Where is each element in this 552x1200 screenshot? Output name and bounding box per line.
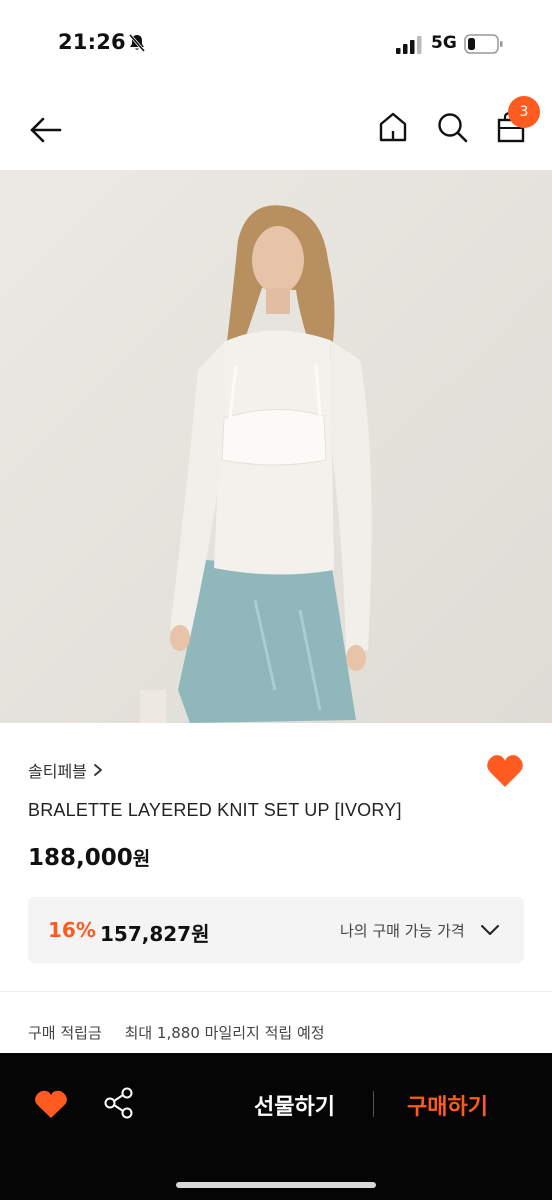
heart-icon[interactable] [486,753,524,789]
section-divider [0,991,552,992]
product-photo [0,170,552,723]
price-unit: 원 [132,848,151,870]
status-time: 21:26 [58,30,126,54]
discount-rate: 16% [48,918,96,942]
brand-name: 솔티페블 [28,762,87,781]
bottom-action-bar: 선물하기 구매하기 [0,1053,552,1200]
heart-icon[interactable] [34,1089,68,1119]
cart-count-badge: 3 [508,96,540,128]
gift-button[interactable]: 선물하기 [254,1089,335,1121]
chevron-down-icon [481,925,499,935]
product-name: BRALETTE LAYERED KNIT SET UP [IVORY] [28,800,402,820]
home-icon[interactable] [376,110,410,144]
search-icon[interactable] [435,110,469,144]
bell-slash-icon [128,34,146,52]
my-price-label: 나의 구매 가능 가격 [340,922,465,940]
product-image[interactable] [0,170,552,723]
home-indicator[interactable] [176,1182,376,1188]
my-price-dropdown[interactable]: 16% 157,827원 나의 구매 가능 가격 [28,897,524,963]
product-price: 188,000원 [28,844,150,871]
signal-icon [396,36,422,54]
status-bar: 21:26 5G [0,0,552,90]
buy-button[interactable]: 구매하기 [407,1089,488,1121]
network-label: 5G [431,33,457,53]
discount-price: 157,827원 [100,922,210,946]
price-value: 188,000 [28,845,133,871]
chevron-right-icon [93,764,102,776]
button-separator [373,1091,374,1117]
points-label: 구매 적립금 [28,1024,102,1042]
top-nav [0,90,552,170]
points-row: 구매 적립금 최대 1,880 마일리지 적립 예정 [28,1022,325,1043]
points-value: 최대 1,880 마일리지 적립 예정 [124,1024,325,1042]
brand-link[interactable]: 솔티페블 [28,758,103,782]
back-arrow-icon[interactable] [26,110,66,150]
battery-icon [464,34,503,54]
share-icon[interactable] [102,1086,136,1120]
